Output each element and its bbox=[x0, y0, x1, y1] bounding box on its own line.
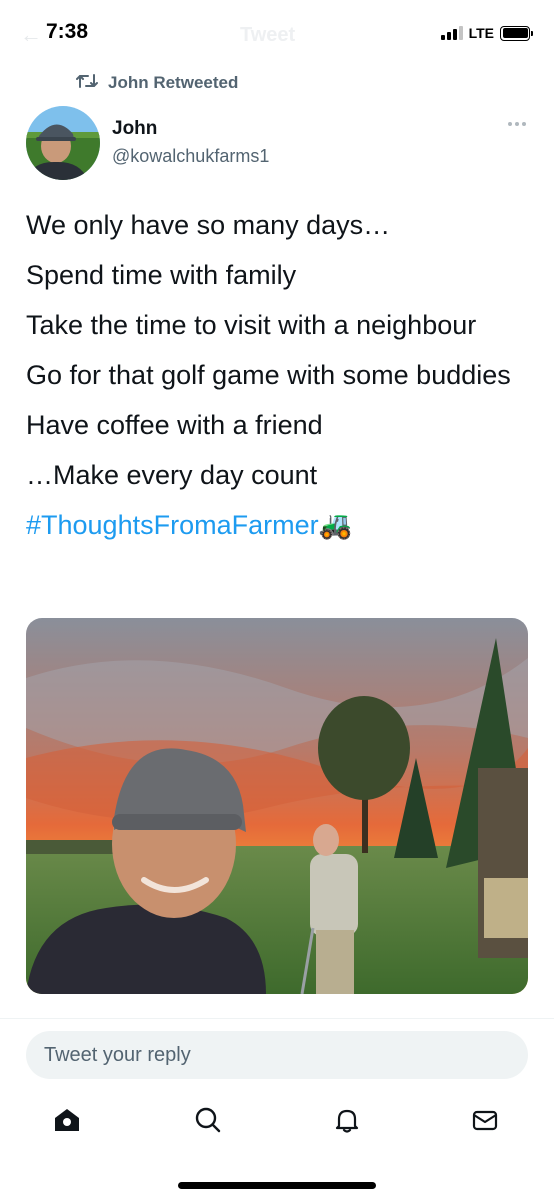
status-time: 7:38 bbox=[46, 20, 89, 43]
header-title: Tweet bbox=[240, 24, 296, 46]
retweet-label: John Retweeted bbox=[108, 73, 239, 92]
tweet-author: John @kowalchukfarms1 bbox=[26, 106, 528, 182]
back-arrow-icon[interactable]: ← bbox=[20, 22, 42, 48]
tweet-text: We only have so many days… Spend time wi… bbox=[26, 210, 536, 560]
status-bar: ← Tweet 7:38 LTE bbox=[0, 0, 554, 66]
tweet-line: We only have so many days… bbox=[26, 210, 391, 240]
home-indicator[interactable] bbox=[178, 1182, 376, 1189]
reply-placeholder: Tweet your reply bbox=[44, 1044, 191, 1066]
tweet-line: Spend time with family bbox=[26, 260, 297, 290]
tweet-line: Take the time to visit with a neighbour bbox=[26, 310, 477, 340]
hashtag-link[interactable]: #ThoughtsFromaFarmer bbox=[26, 510, 319, 540]
divider bbox=[0, 1018, 554, 1019]
network-label: LTE bbox=[468, 25, 494, 41]
tweet-photo[interactable] bbox=[26, 618, 528, 994]
status-icons: LTE bbox=[440, 24, 533, 42]
notifications-icon[interactable] bbox=[325, 1098, 369, 1142]
tweet-line: Have coffee with a friend bbox=[26, 410, 323, 440]
home-icon[interactable] bbox=[45, 1098, 89, 1142]
battery-icon bbox=[500, 25, 533, 41]
author-handle[interactable]: @kowalchukfarms1 bbox=[112, 146, 269, 167]
messages-icon[interactable] bbox=[463, 1098, 507, 1142]
tweet-line: …Make every day count bbox=[26, 460, 318, 490]
search-icon[interactable] bbox=[186, 1098, 230, 1142]
more-dots-icon[interactable] bbox=[508, 122, 526, 126]
author-name[interactable]: John bbox=[112, 118, 157, 140]
tweet-line: Go for that golf game with some buddies bbox=[26, 360, 511, 390]
reply-input[interactable]: Tweet your reply bbox=[26, 1031, 528, 1079]
retweet-icon bbox=[76, 72, 98, 95]
avatar[interactable] bbox=[26, 106, 100, 180]
retweet-context[interactable]: John Retweeted bbox=[76, 72, 238, 94]
bottom-tab-bar bbox=[0, 1098, 554, 1148]
tractor-emoji: 🚜 bbox=[318, 510, 353, 540]
signal-icon bbox=[440, 26, 463, 40]
hashtag-line: #ThoughtsFromaFarmer🚜 bbox=[26, 510, 536, 540]
